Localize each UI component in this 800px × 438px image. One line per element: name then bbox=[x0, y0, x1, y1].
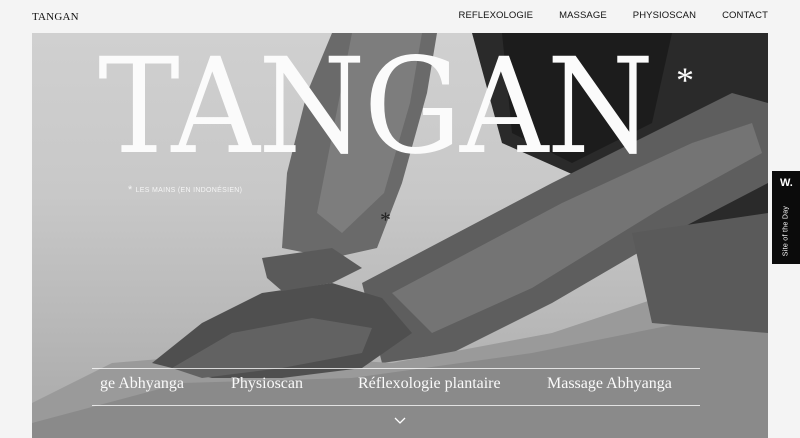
marquee-item[interactable]: Massage Abhyanga bbox=[547, 375, 672, 393]
hero-section: TANGAN * * LES MAINS (EN INDONÉSIEN) * ge… bbox=[32, 33, 768, 438]
services-marquee: ge Abhyanga Physioscan Réflexologie plan… bbox=[32, 369, 768, 403]
marquee-item[interactable]: Réflexologie plantaire bbox=[358, 375, 501, 393]
nav-link-contact[interactable]: CONTACT bbox=[722, 10, 768, 21]
nav-link-physioscan[interactable]: PHYSIOSCAN bbox=[633, 10, 696, 21]
footnote-text: LES MAINS (EN INDONÉSIEN) bbox=[135, 187, 243, 194]
marquee-item[interactable]: ge Abhyanga bbox=[100, 375, 184, 393]
hero-title: TANGAN bbox=[98, 33, 654, 184]
chevron-down-icon[interactable] bbox=[394, 417, 406, 425]
footnote-asterisk: * bbox=[128, 184, 133, 196]
site-logo[interactable]: TANGAN bbox=[32, 11, 79, 23]
top-bar: TANGAN REFLEXOLOGIE MASSAGE PHYSIOSCAN C… bbox=[0, 0, 800, 33]
nav-link-reflexologie[interactable]: REFLEXOLOGIE bbox=[459, 10, 534, 21]
site-of-the-day-badge[interactable]: W. Site of the Day bbox=[772, 171, 800, 264]
badge-logo: W. bbox=[780, 177, 793, 189]
nav-link-massage[interactable]: MASSAGE bbox=[559, 10, 607, 21]
marquee-item[interactable]: Physioscan bbox=[231, 375, 303, 393]
decorative-asterisk: * bbox=[380, 207, 391, 232]
title-asterisk: * bbox=[676, 60, 694, 100]
main-nav: REFLEXOLOGIE MASSAGE PHYSIOSCAN CONTACT bbox=[459, 10, 769, 21]
marquee-bottom-divider bbox=[92, 405, 700, 406]
title-footnote: * LES MAINS (EN INDONÉSIEN) bbox=[128, 183, 243, 196]
badge-label: Site of the Day bbox=[782, 205, 790, 257]
